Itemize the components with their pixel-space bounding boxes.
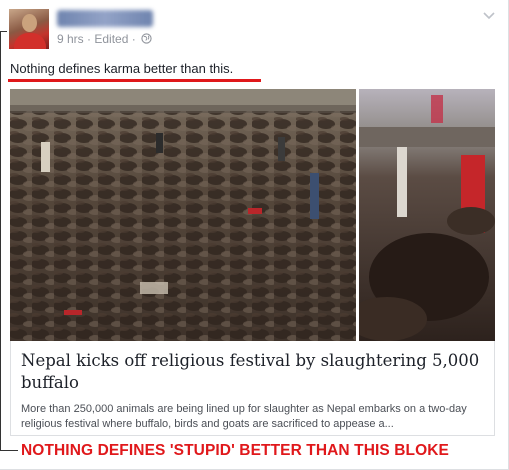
post-time[interactable]: 9 hrs	[57, 32, 84, 46]
annotation-bracket-top	[0, 31, 7, 32]
annotation-bracket-line	[0, 31, 1, 450]
link-photo-main[interactable]	[10, 89, 356, 341]
status-annotation-underline	[8, 79, 261, 82]
meta-separator: ·	[87, 31, 92, 46]
edited-label[interactable]: Edited	[94, 32, 128, 46]
link-preview[interactable]: Nepal kicks off religious festival by sl…	[10, 341, 495, 436]
link-title[interactable]: Nepal kicks off religious festival by sl…	[21, 350, 486, 394]
avatar[interactable]	[9, 9, 49, 49]
photo-secondary-scene	[359, 89, 495, 341]
avatar-face	[22, 14, 37, 32]
post-card: A P 9 hrs · Edited · Nothing defines kar…	[0, 0, 509, 470]
chevron-down-icon[interactable]	[482, 10, 496, 20]
avatar-shirt	[14, 33, 46, 49]
link-photo-secondary[interactable]	[359, 89, 495, 341]
meta-separator-2: ·	[131, 31, 136, 46]
post-status-text: Nothing defines karma better than this.	[10, 61, 234, 76]
annotation-bracket-bottom	[0, 450, 18, 451]
globe-icon[interactable]	[141, 33, 152, 44]
post-meta: 9 hrs · Edited ·	[57, 31, 152, 46]
link-description: More than 250,000 animals are being line…	[21, 403, 467, 430]
photo-main-scene	[10, 89, 356, 341]
annotation-caption: NOTHING DEFINES 'STUPID' BETTER THAN THI…	[21, 442, 449, 459]
